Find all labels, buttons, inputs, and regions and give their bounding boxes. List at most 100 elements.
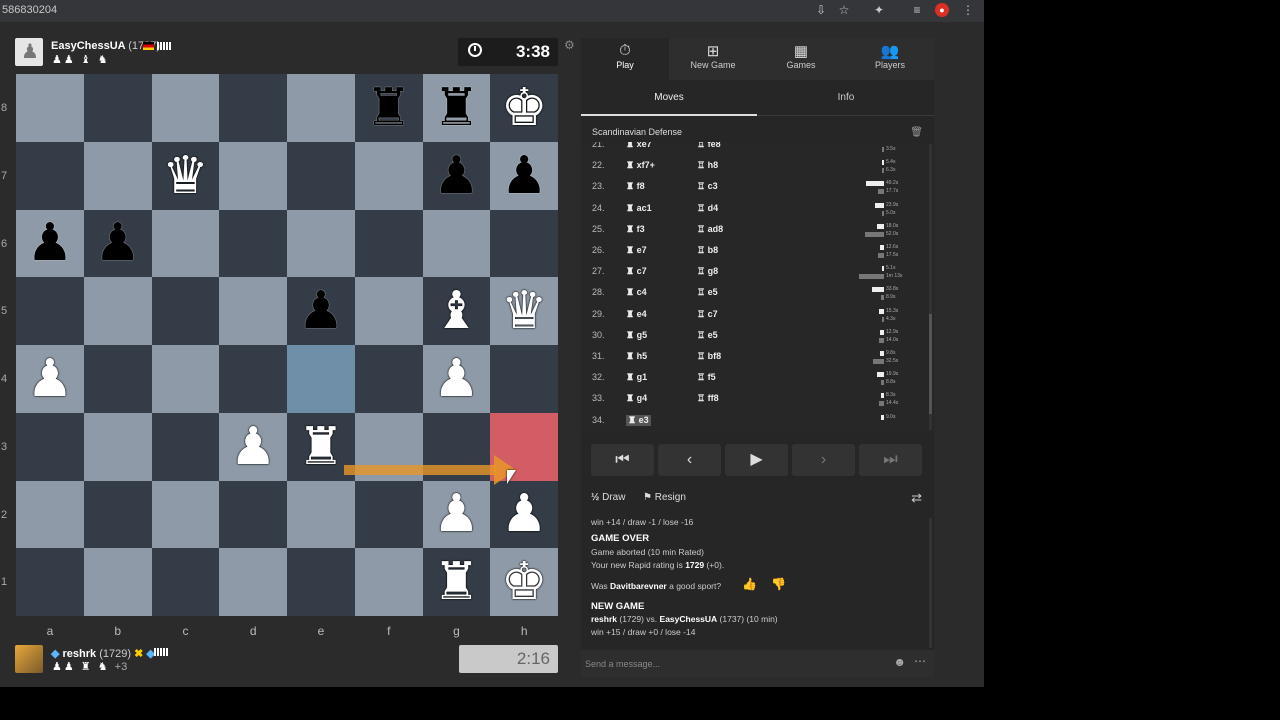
square-a7[interactable] xyxy=(16,141,84,210)
square-f6[interactable] xyxy=(354,209,423,278)
square-e6[interactable] xyxy=(287,209,355,278)
white-king-icon[interactable]: ♚ xyxy=(501,82,548,134)
resign-button[interactable]: ⚑ Resign xyxy=(643,492,686,503)
white-pawn-icon[interactable]: ♟ xyxy=(433,353,480,405)
black-pawn-icon[interactable]: ♟ xyxy=(94,217,141,269)
white-king-icon[interactable]: ♚ xyxy=(501,556,548,608)
square-a6[interactable]: ♟ xyxy=(16,209,84,278)
extensions-icon[interactable]: ✦ xyxy=(872,3,886,17)
draw-button[interactable]: ½ Draw xyxy=(591,492,625,503)
square-b2[interactable] xyxy=(83,480,152,549)
white-move[interactable]: ♜ g5 xyxy=(626,330,647,341)
square-a4[interactable]: ♟ xyxy=(16,345,84,413)
flip-board-icon[interactable]: ⇄ xyxy=(911,490,922,506)
move-list[interactable]: 21. ♜ xe7 ♖ fe8 3.5s 22. ♜ xf7+ ♖ h8 5.4s 6.3s 23… xyxy=(581,142,934,432)
white-rook-icon[interactable]: ♜ xyxy=(433,556,480,608)
square-h7[interactable]: ♟ xyxy=(490,141,558,210)
chat-username[interactable]: reshrk xyxy=(591,614,617,624)
nav-games[interactable]: ▦ Games xyxy=(757,38,845,80)
square-c5[interactable] xyxy=(151,277,220,345)
white-pawn-icon[interactable]: ♟ xyxy=(27,353,74,405)
square-g7[interactable]: ♟ xyxy=(422,141,491,210)
black-move[interactable]: ♖ d4 xyxy=(697,203,718,214)
square-b4[interactable] xyxy=(83,345,152,413)
square-e1[interactable] xyxy=(287,548,355,616)
white-move[interactable]: ♜ e4 xyxy=(626,309,647,320)
black-pawn-icon[interactable]: ♟ xyxy=(433,150,480,202)
square-d5[interactable] xyxy=(219,277,287,345)
square-a5[interactable] xyxy=(16,277,84,345)
square-h8[interactable]: ♚ xyxy=(490,74,558,142)
square-h1[interactable]: ♚ xyxy=(490,548,558,616)
move-list-scrollbar[interactable] xyxy=(929,144,932,430)
square-b3[interactable] xyxy=(83,412,152,481)
white-rook-icon[interactable]: ♜ xyxy=(298,421,345,473)
square-a1[interactable] xyxy=(16,548,84,616)
black-move[interactable]: ♖ f5 xyxy=(697,372,716,383)
square-c7[interactable]: ♛ xyxy=(151,141,220,210)
square-h6[interactable] xyxy=(490,209,558,278)
square-f1[interactable] xyxy=(354,548,423,616)
black-move[interactable]: ♖ b8 xyxy=(697,245,718,256)
white-move[interactable]: ♜ ac1 xyxy=(626,203,652,214)
black-move[interactable]: ♖ ad8 xyxy=(697,224,723,235)
square-d4[interactable] xyxy=(219,345,287,413)
message-input[interactable] xyxy=(585,655,875,672)
square-c3[interactable] xyxy=(151,412,220,481)
square-h4[interactable] xyxy=(490,345,558,413)
tab-info[interactable]: Info xyxy=(758,80,934,116)
square-g4[interactable]: ♟ xyxy=(422,345,491,413)
square-d3[interactable]: ♟ xyxy=(219,412,287,481)
nav-new-game[interactable]: ⊞ New Game xyxy=(669,38,757,80)
black-move[interactable]: ♖ bf8 xyxy=(697,351,721,362)
first-move-button[interactable]: ⏮ xyxy=(591,444,654,476)
tab-moves[interactable]: Moves xyxy=(581,80,757,116)
white-bishop-icon[interactable]: ♝ xyxy=(433,285,480,337)
square-g1[interactable]: ♜ xyxy=(422,548,491,616)
player-avatar[interactable] xyxy=(15,645,43,673)
white-move[interactable]: ♜ g1 xyxy=(626,372,647,383)
white-move[interactable]: ♜ g4 xyxy=(626,393,647,404)
gear-icon[interactable]: ⚙ xyxy=(564,38,575,52)
next-move-button[interactable]: › xyxy=(792,444,855,476)
white-move[interactable]: ♜ e7 xyxy=(626,245,647,256)
square-e2[interactable] xyxy=(287,480,355,549)
black-move[interactable]: ♖ c3 xyxy=(697,181,718,192)
square-g2[interactable]: ♟ xyxy=(422,480,491,549)
scroll-thumb[interactable] xyxy=(929,314,932,414)
white-move[interactable]: ♜ xe7 xyxy=(626,142,652,150)
black-rook-icon[interactable]: ♜ xyxy=(433,82,480,134)
square-c6[interactable] xyxy=(151,209,220,278)
square-c2[interactable] xyxy=(151,480,220,549)
square-d6[interactable] xyxy=(219,209,287,278)
profile-icon[interactable]: ● xyxy=(935,3,949,17)
chess-board[interactable]: ♜ ♜ ♚ ♛ ♟ ♟ ♟ ♟ ♟ ♝ ♛ ♟ ♟ ♟ ♜ ♟ ♟ ♜ ♚ xyxy=(16,74,558,616)
square-a2[interactable] xyxy=(16,480,84,549)
square-e5[interactable]: ♟ xyxy=(287,277,355,345)
star-icon[interactable]: ☆ xyxy=(837,3,851,17)
menu-icon[interactable]: ⋮ xyxy=(961,3,975,17)
square-f5[interactable] xyxy=(354,277,423,345)
square-b5[interactable] xyxy=(83,277,152,345)
chat-username[interactable]: Davitbarevner xyxy=(610,581,667,591)
white-move[interactable]: ♜ f3 xyxy=(626,224,645,235)
white-move[interactable]: ♜ xf7+ xyxy=(626,160,655,171)
address-bar[interactable]: 586830204 xyxy=(2,4,57,16)
square-d8[interactable] xyxy=(219,74,287,142)
white-move[interactable]: ♜ c7 xyxy=(626,266,647,277)
white-move[interactable]: ♜ h5 xyxy=(626,351,647,362)
square-b8[interactable] xyxy=(83,74,152,142)
square-f8[interactable]: ♜ xyxy=(354,74,423,142)
nav-play[interactable]: ⏱ Play xyxy=(581,38,669,80)
square-g5[interactable]: ♝ xyxy=(422,277,491,345)
square-a3[interactable] xyxy=(16,412,84,481)
square-h5[interactable]: ♛ xyxy=(490,277,558,345)
emoji-icon[interactable]: ☻ xyxy=(893,655,906,669)
square-d7[interactable] xyxy=(219,141,287,210)
last-move-button[interactable]: ⏭ xyxy=(859,444,922,476)
player-name[interactable]: ◆ reshrk (1729) ✖ ◆ xyxy=(51,647,155,660)
black-move[interactable]: ♖ e5 xyxy=(697,287,718,298)
media-icon[interactable]: ≡ xyxy=(910,3,924,17)
white-pawn-icon[interactable]: ♟ xyxy=(230,421,277,473)
install-icon[interactable]: ⇩ xyxy=(814,3,828,17)
